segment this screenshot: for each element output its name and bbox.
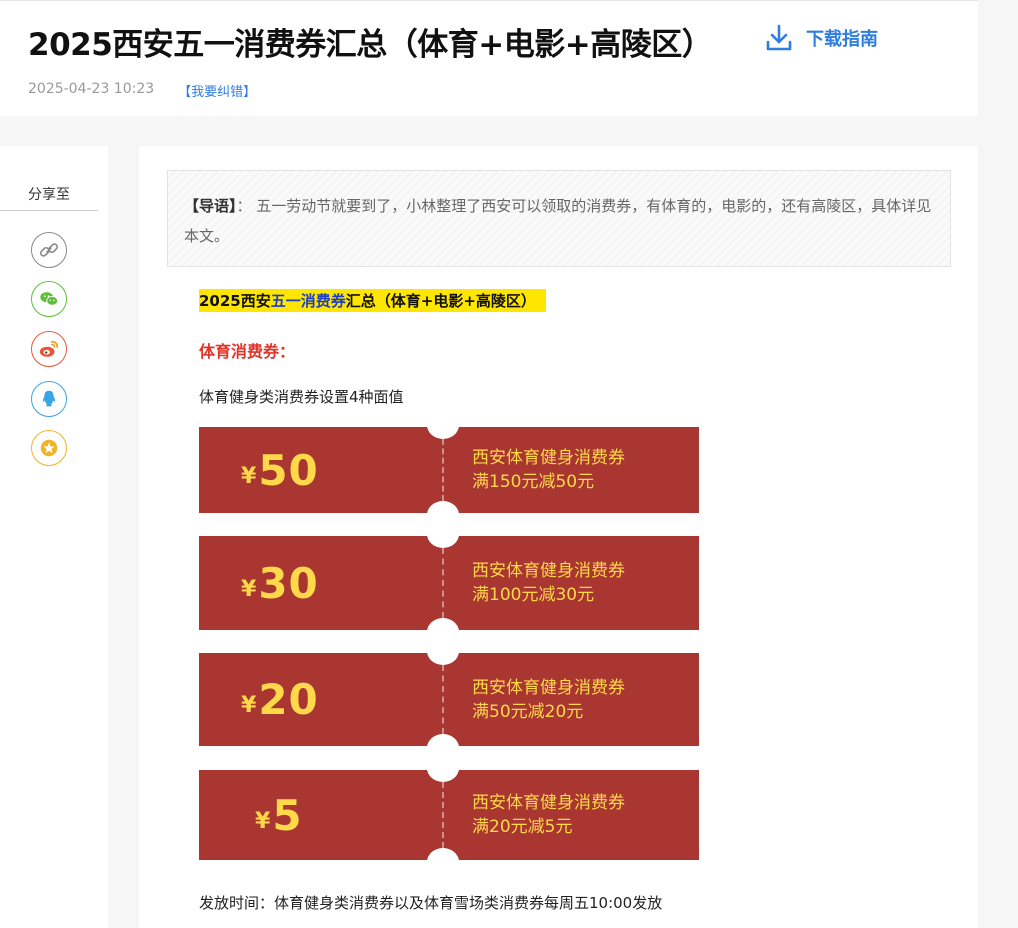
heading-part-1: 2025西安 bbox=[199, 292, 271, 310]
coupon-description: 西安体育健身消费券 满50元减20元 bbox=[472, 653, 625, 746]
coupon-amount: ¥30 bbox=[241, 536, 319, 630]
coupon-value: 30 bbox=[258, 558, 319, 608]
share-title: 分享至 bbox=[0, 184, 98, 211]
qq-icon bbox=[42, 390, 56, 407]
paragraph-release-time: 发放时间：体育健身类消费券以及体育雪场类消费券每周五10:00发放 bbox=[199, 894, 663, 912]
coupon-rule: 满150元减50元 bbox=[472, 472, 595, 492]
download-icon bbox=[766, 24, 792, 51]
wechat-icon bbox=[40, 292, 59, 306]
share-wechat-button[interactable] bbox=[31, 281, 67, 317]
coupon-divider bbox=[442, 665, 444, 734]
intro-label: 【导语】 bbox=[184, 197, 237, 215]
favorite-icon bbox=[40, 439, 58, 457]
coupon-card: ¥50 西安体育健身消费券 满150元减50元 bbox=[199, 427, 699, 513]
intro-text: ： 五一劳动节就要到了，小林整理了西安可以领取的消费券，有体育的，电影的，还有高… bbox=[184, 197, 932, 245]
link-icon bbox=[40, 243, 58, 257]
coupon-notch bbox=[427, 618, 459, 630]
coupon-rule: 满20元减5元 bbox=[472, 817, 573, 837]
yen-symbol: ¥ bbox=[255, 808, 271, 834]
coupon-notch bbox=[427, 734, 459, 746]
publish-date: 2025-04-23 10:23 bbox=[28, 81, 155, 97]
article-heading: 2025西安五一消费券汇总（体育+电影+高陵区） bbox=[199, 289, 546, 312]
article-body: 【导语】： 五一劳动节就要到了，小林整理了西安可以领取的消费券，有体育的，电影的… bbox=[139, 146, 978, 928]
coupon-notch bbox=[427, 536, 459, 548]
article-meta: 2025-04-23 10:23 【我要纠错】 bbox=[28, 81, 256, 100]
coupon-card: ¥30 西安体育健身消费券 满100元减30元 bbox=[199, 536, 699, 630]
coupon-divider bbox=[442, 782, 444, 848]
coupon-card: ¥5 西安体育健身消费券 满20元减5元 bbox=[199, 770, 699, 860]
coupon-value: 50 bbox=[258, 445, 319, 495]
coupon-amount: ¥50 bbox=[241, 427, 319, 513]
coupon-divider bbox=[442, 439, 444, 501]
yen-symbol: ¥ bbox=[241, 576, 257, 602]
report-error-link[interactable]: 【我要纠错】 bbox=[178, 81, 256, 100]
coupon-rule: 满50元减20元 bbox=[472, 701, 584, 722]
coupon-name: 西安体育健身消费券 bbox=[472, 448, 625, 468]
heading-link[interactable]: 五一消费券 bbox=[271, 292, 346, 310]
coupon-name: 西安体育健身消费券 bbox=[472, 677, 625, 698]
coupon-rule: 满100元减30元 bbox=[472, 585, 595, 605]
article-intro: 【导语】： 五一劳动节就要到了，小林整理了西安可以领取的消费券，有体育的，电影的… bbox=[167, 170, 951, 267]
coupon-name: 西安体育健身消费券 bbox=[472, 561, 625, 581]
download-guide-button[interactable]: 下载指南 bbox=[764, 23, 878, 53]
coupon-divider bbox=[442, 548, 444, 618]
share-weibo-button[interactable] bbox=[31, 331, 67, 367]
coupon-amount: ¥20 bbox=[241, 653, 319, 746]
coupon-description: 西安体育健身消费券 满100元减30元 bbox=[472, 536, 625, 630]
page-background-strip bbox=[978, 0, 1018, 928]
share-link-button[interactable] bbox=[31, 232, 67, 268]
coupon-amount: ¥5 bbox=[255, 770, 303, 860]
share-panel: 分享至 bbox=[0, 146, 108, 928]
coupon-value: 20 bbox=[258, 675, 319, 724]
download-guide-label: 下载指南 bbox=[806, 29, 878, 50]
yen-symbol: ¥ bbox=[241, 463, 257, 489]
article-header: 2025西安五一消费券汇总（体育+电影+高陵区） 下载指南 2025-04-23… bbox=[0, 0, 978, 116]
coupon-notch bbox=[427, 427, 459, 439]
share-favorite-button[interactable] bbox=[31, 430, 67, 466]
yen-symbol: ¥ bbox=[241, 693, 257, 718]
page-title: 2025西安五一消费券汇总（体育+电影+高陵区） bbox=[28, 27, 713, 63]
paragraph-denominations: 体育健身类消费券设置4种面值 bbox=[199, 388, 404, 406]
coupon-notch bbox=[427, 848, 459, 860]
section-title: 体育消费券： bbox=[199, 342, 296, 361]
weibo-icon bbox=[39, 340, 59, 357]
coupon-description: 西安体育健身消费券 满20元减5元 bbox=[472, 770, 625, 860]
share-qq-button[interactable] bbox=[31, 381, 67, 417]
coupon-value: 5 bbox=[272, 790, 303, 840]
coupon-notch bbox=[427, 501, 459, 513]
coupon-description: 西安体育健身消费券 满150元减50元 bbox=[472, 427, 625, 513]
coupon-card: ¥20 西安体育健身消费券 满50元减20元 bbox=[199, 653, 699, 746]
coupon-notch bbox=[427, 653, 459, 665]
heading-part-3: 汇总（体育+电影+高陵区） bbox=[345, 292, 536, 310]
coupon-notch bbox=[427, 770, 459, 782]
coupon-name: 西安体育健身消费券 bbox=[472, 793, 625, 813]
